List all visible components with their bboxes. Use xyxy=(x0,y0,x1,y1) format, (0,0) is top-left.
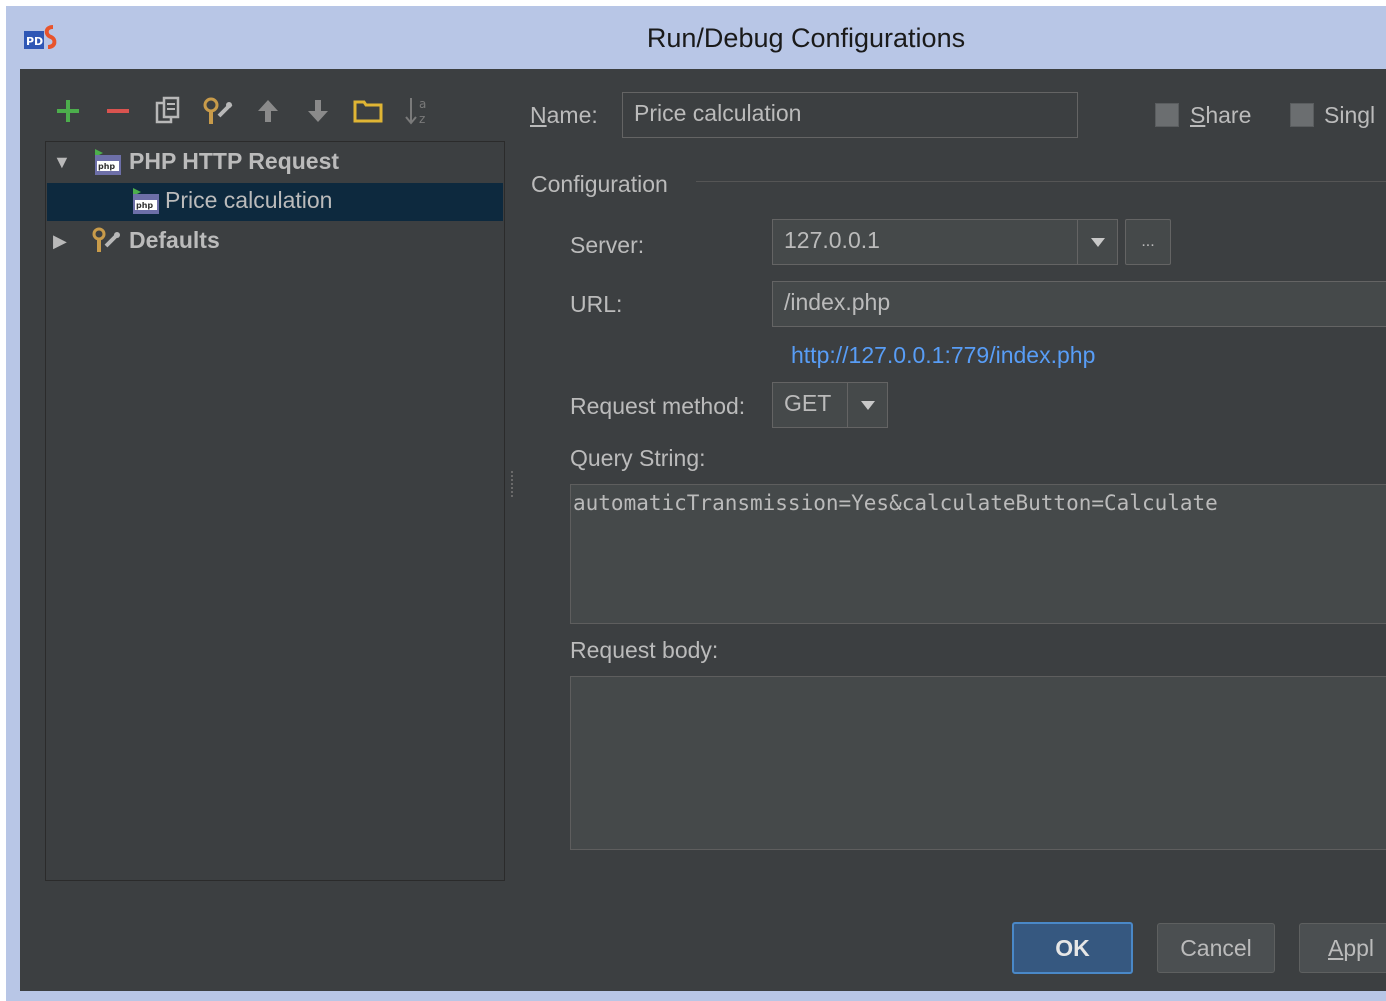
chevron-down-icon[interactable] xyxy=(861,401,875,410)
svg-text:z: z xyxy=(419,112,425,126)
dialog-content: az ▼ php PHP HTTP Request php Price calc… xyxy=(20,69,1386,991)
php-http-request-icon: php xyxy=(95,149,121,175)
configuration-separator xyxy=(696,181,1386,182)
ok-button[interactable]: OK xyxy=(1012,922,1133,974)
edit-defaults-icon[interactable] xyxy=(201,94,235,128)
server-browse-button[interactable]: ... xyxy=(1125,219,1171,265)
server-select[interactable]: 127.0.0.1 xyxy=(772,219,1118,265)
title-bar[interactable]: PD Run/Debug Configurations xyxy=(6,6,1386,70)
svg-text:php: php xyxy=(136,201,153,210)
name-field[interactable]: Price calculation xyxy=(622,92,1078,138)
share-label[interactable]: Share xyxy=(1190,102,1251,129)
move-down-icon[interactable] xyxy=(301,94,335,128)
query-string-value: automaticTransmission=Yes&calculateButto… xyxy=(573,491,1218,515)
share-checkbox[interactable] xyxy=(1155,103,1179,127)
expanded-arrow-icon[interactable]: ▼ xyxy=(53,152,73,172)
query-string-textarea[interactable]: automaticTransmission=Yes&calculateButto… xyxy=(570,484,1386,624)
dialog-window: PD Run/Debug Configurations az ▼ php PHP… xyxy=(6,6,1386,1001)
remove-icon[interactable] xyxy=(101,94,135,128)
copy-icon[interactable] xyxy=(151,94,185,128)
server-select-value: 127.0.0.1 xyxy=(784,227,880,253)
tree-item-price-calculation[interactable]: php Price calculation xyxy=(47,183,503,221)
url-label: URL: xyxy=(570,291,623,317)
server-label: Server: xyxy=(570,232,645,258)
single-instance-checkbox[interactable] xyxy=(1290,103,1314,127)
chevron-down-icon[interactable] xyxy=(1091,238,1105,247)
request-body-textarea[interactable] xyxy=(570,676,1386,850)
request-body-label: Request body: xyxy=(570,637,719,663)
url-input-value: /index.php xyxy=(784,289,891,315)
request-method-value: GET xyxy=(784,390,832,416)
sort-icon[interactable]: az xyxy=(401,94,435,128)
url-input[interactable]: /index.php xyxy=(772,281,1386,327)
resolved-url-link[interactable]: http://127.0.0.1:779/index.php xyxy=(791,342,1095,369)
tree-item-label: Price calculation xyxy=(165,187,333,213)
configurations-tree[interactable]: ▼ php PHP HTTP Request php Price calcula… xyxy=(45,141,505,881)
request-method-select[interactable]: GET xyxy=(772,382,888,428)
tree-item-label: PHP HTTP Request xyxy=(129,148,340,174)
splitter-handle[interactable] xyxy=(510,469,516,501)
svg-text:php: php xyxy=(98,162,115,171)
defaults-wrench-icon xyxy=(92,227,120,252)
tree-item-defaults[interactable]: ▶ Defaults xyxy=(47,223,503,261)
name-label: Name: xyxy=(530,102,598,128)
cancel-button[interactable]: Cancel xyxy=(1157,923,1275,973)
tree-item-label: Defaults xyxy=(129,227,220,253)
request-method-label: Request method: xyxy=(570,393,746,419)
add-icon[interactable] xyxy=(51,94,85,128)
name-field-value: Price calculation xyxy=(634,100,802,126)
move-up-icon[interactable] xyxy=(251,94,285,128)
folder-icon[interactable] xyxy=(351,94,385,128)
php-http-request-icon: php xyxy=(133,188,159,214)
configuration-group-title: Configuration xyxy=(531,171,668,197)
apply-button[interactable]: Appl xyxy=(1299,923,1386,973)
window-title: Run/Debug Configurations xyxy=(646,23,966,53)
query-string-label: Query String: xyxy=(570,445,706,471)
tree-item-php-http-request[interactable]: ▼ php PHP HTTP Request xyxy=(47,144,503,182)
single-instance-label[interactable]: Singl xyxy=(1324,102,1375,129)
collapsed-arrow-icon[interactable]: ▶ xyxy=(53,231,73,251)
svg-text:a: a xyxy=(419,97,426,111)
